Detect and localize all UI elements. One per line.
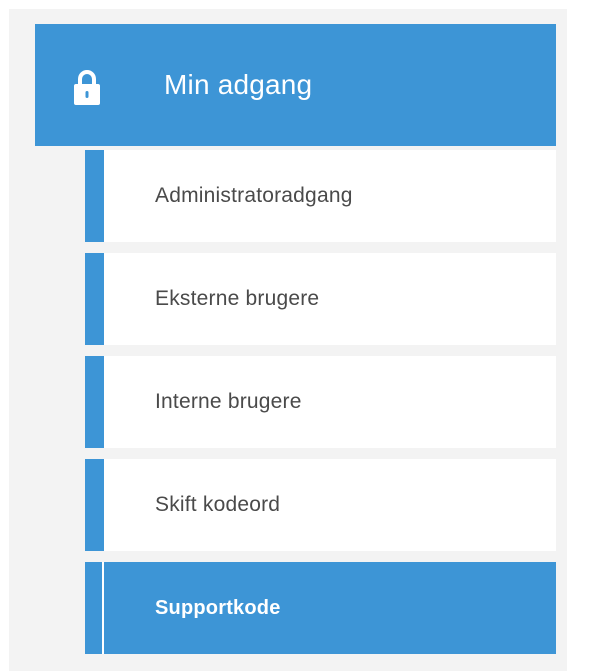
menu-item-administratoradgang[interactable]: Administratoradgang [85,150,556,242]
menu-item-label: Supportkode [155,597,281,619]
menu-item-accent-bar [85,562,104,654]
lock-icon [74,70,100,105]
menu-item-label: Eksterne brugere [155,287,320,310]
section-title: Min adgang [164,69,313,100]
menu-item-supportkode[interactable]: Supportkode [85,562,556,654]
menu-item-accent-bar [85,253,104,345]
menu-item-accent-bar [85,356,104,448]
menu-item-skift-kodeord[interactable]: Skift kodeord [85,459,556,551]
menu-item-label: Administratoradgang [155,184,353,207]
menu-item-eksterne-brugere[interactable]: Eksterne brugere [85,253,556,345]
menu-item-accent-bar [85,150,104,242]
menu-item-accent-bar [85,459,104,551]
menu-item-label: Skift kodeord [155,493,281,516]
section-header[interactable]: Min adgang [35,24,556,146]
menu-item-label: Interne brugere [155,390,302,413]
submenu: Administratoradgang Eksterne brugere Int… [85,150,556,665]
menu-item-interne-brugere[interactable]: Interne brugere [85,356,556,448]
